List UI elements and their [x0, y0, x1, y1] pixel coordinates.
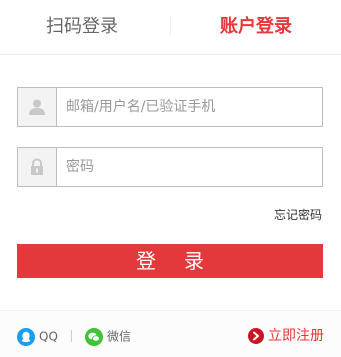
login-tabs: 扫码登录 账户登录 — [0, 0, 341, 55]
user-icon — [18, 88, 57, 126]
social-divider — [71, 330, 72, 342]
wechat-login-link[interactable]: 微信 — [85, 327, 132, 346]
username-field — [17, 87, 324, 127]
qq-label: QQ — [39, 329, 58, 344]
qq-login-link[interactable]: QQ — [17, 327, 58, 346]
arrow-right-icon — [248, 328, 264, 344]
register-label: 立即注册 — [268, 328, 324, 344]
qq-icon — [17, 327, 35, 346]
username-input[interactable] — [58, 88, 324, 126]
tab-divider — [170, 16, 171, 36]
tab-account-login[interactable]: 账户登录 — [220, 14, 292, 40]
footer: QQ 微信 立即注册 — [0, 310, 341, 357]
wechat-label: 微信 — [107, 329, 132, 344]
login-panel: 扫码登录 账户登录 忘记密码 登录 — [0, 0, 341, 357]
password-field — [17, 147, 324, 187]
password-input[interactable] — [58, 148, 324, 186]
login-button[interactable]: 登录 — [17, 244, 323, 278]
lock-icon — [18, 148, 57, 186]
tab-qr-login[interactable]: 扫码登录 — [46, 14, 118, 40]
wechat-icon — [85, 327, 103, 346]
register-link[interactable]: 立即注册 — [248, 327, 324, 345]
forgot-password-link[interactable]: 忘记密码 — [274, 206, 322, 223]
